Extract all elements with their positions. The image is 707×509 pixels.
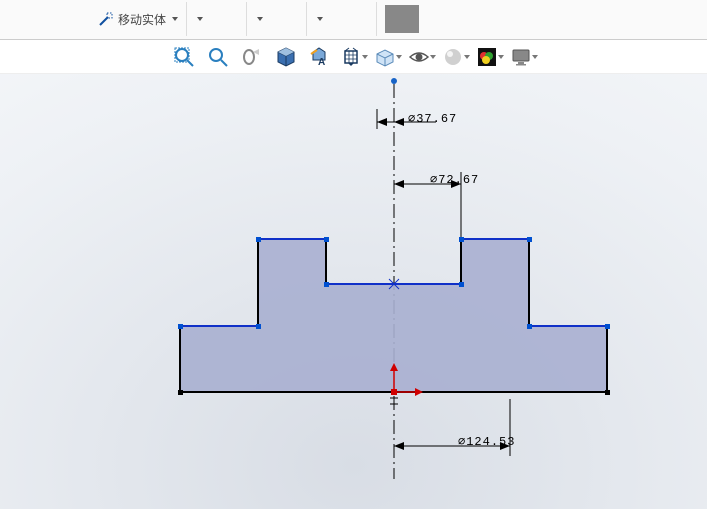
dimension-3-text[interactable]: ⌀124.53 [458,434,515,449]
ribbon-group-2 [187,2,247,36]
ribbon-dropdown-4[interactable] [315,4,323,34]
view-toolbar: A [0,40,707,74]
chevron-down-icon [498,55,504,59]
color-swatch[interactable] [385,5,419,33]
view-settings-button[interactable] [510,43,538,71]
section-view-button[interactable] [272,43,300,71]
dynamic-annotation-button[interactable]: A [306,43,334,71]
magnifier-icon [207,46,229,68]
chevron-down-icon [172,17,178,21]
sphere-icon [442,46,463,68]
previous-view-button[interactable] [238,43,266,71]
ribbon-group-5 [377,2,427,36]
chevron-down-icon [532,55,538,59]
sketch-overlay [0,74,707,509]
ribbon-group-move: 移动实体 [90,2,187,36]
chevron-down-icon [430,55,436,59]
chevron-down-icon [317,17,323,21]
ribbon-toolbar: 移动实体 [0,0,707,40]
orientation-icon [340,46,361,68]
display-style-button[interactable] [374,43,402,71]
ribbon-group-3 [247,2,307,36]
display-style-icon [374,46,395,68]
graphics-viewport[interactable]: ⌀37.67 ⌀72.67 ⌀124.53 [0,74,707,509]
dimension-1-text[interactable]: ⌀37.67 [408,111,457,126]
magnifier-fit-icon [173,46,195,68]
flashlight-icon [241,46,263,68]
move-entity-label: 移动实体 [118,11,166,28]
move-entity-icon [98,11,114,27]
edit-appearance-button[interactable] [442,43,470,71]
chevron-down-icon [396,55,402,59]
chevron-down-icon [257,17,263,21]
chevron-down-icon [197,17,203,21]
scene-icon [476,46,497,68]
chevron-down-icon [362,55,368,59]
hide-show-button[interactable] [408,43,436,71]
annotation-icon: A [309,46,331,68]
ribbon-group-4 [307,2,377,36]
ribbon-dropdown-3[interactable] [255,4,263,34]
zoom-fit-button[interactable] [170,43,198,71]
monitor-icon [510,46,531,68]
dimension-2-text[interactable]: ⌀72.67 [430,172,479,187]
svg-text:A: A [318,57,325,68]
ribbon-dropdown-2[interactable] [195,4,203,34]
apply-scene-button[interactable] [476,43,504,71]
section-icon [275,46,297,68]
view-orientation-button[interactable] [340,43,368,71]
chevron-down-icon [464,55,470,59]
move-entity-button[interactable]: 移动实体 [98,4,178,34]
zoom-area-button[interactable] [204,43,232,71]
eye-icon [408,46,429,68]
